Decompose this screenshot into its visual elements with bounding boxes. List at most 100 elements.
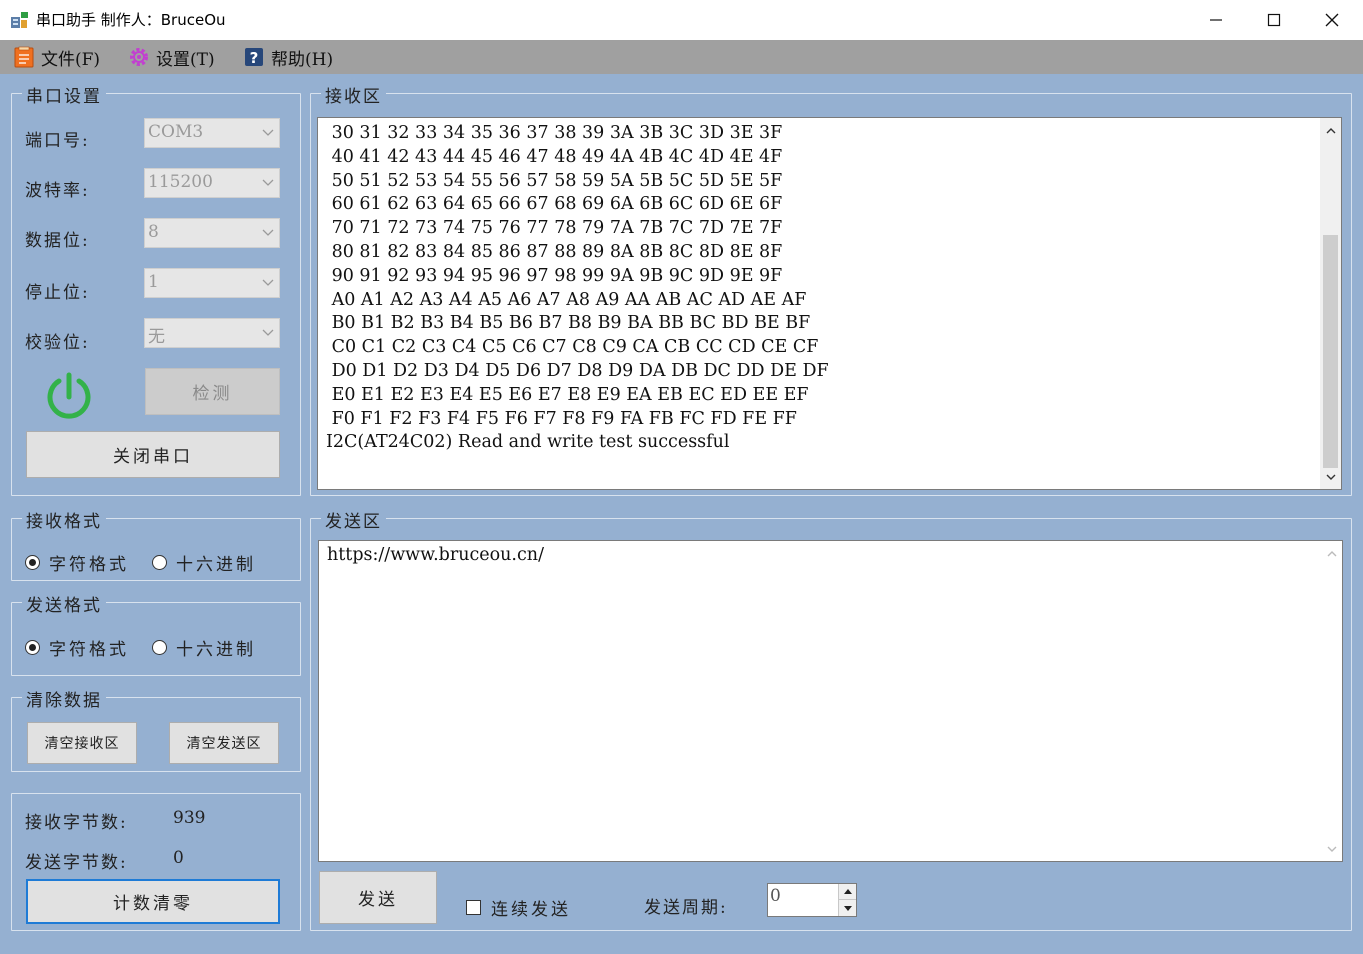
send-char-label: 字符格式 [49, 640, 129, 660]
receive-hex-radio[interactable]: 十六进制 [152, 550, 256, 575]
checkbox-unchecked-icon [466, 900, 481, 915]
receive-line: A0 A1 A2 A3 A4 A5 A6 A7 A8 A9 AA AB AC A… [326, 289, 807, 310]
detect-button[interactable]: 检测 [145, 368, 280, 415]
svg-text:?: ? [250, 49, 259, 67]
minimize-button[interactable] [1187, 0, 1245, 40]
send-period-value: 0 [770, 886, 781, 906]
send-format-legend: 发送格式 [22, 591, 106, 616]
continuous-send-checkbox[interactable]: 连续发送 [466, 895, 571, 920]
minimize-icon [1210, 19, 1222, 21]
chevron-down-icon [257, 319, 279, 347]
bottom-border [0, 950, 1363, 954]
receive-line: I2C(AT24C02) Read and write test success… [326, 432, 730, 453]
scroll-up-icon[interactable] [1321, 543, 1342, 563]
send-button[interactable]: 发送 [319, 871, 437, 924]
gear-icon [130, 48, 148, 66]
maximize-button[interactable] [1245, 0, 1303, 40]
parity-value: 无 [148, 327, 165, 347]
parity-select[interactable]: 无 [144, 318, 280, 348]
menu-file-label: 文件(F) [41, 49, 101, 70]
parity-label: 校验位: [25, 333, 90, 353]
receive-line: D0 D1 D2 D3 D4 D5 D6 D7 D8 D9 DA DB DC D… [326, 360, 829, 381]
receive-area-legend: 接收区 [321, 82, 386, 107]
app-icon [11, 12, 28, 28]
menu-help[interactable]: ? 帮助(H) [243, 44, 333, 70]
stopbits-value: 1 [148, 272, 159, 292]
receive-hex-label: 十六进制 [176, 555, 256, 575]
radio-unchecked-icon [152, 640, 167, 655]
continuous-send-label: 连续发送 [491, 900, 571, 920]
title-bar: 串口助手 制作人：BruceOu [0, 0, 1363, 40]
send-textbox[interactable]: https://www.bruceou.cn/ [318, 540, 1343, 862]
menu-settings[interactable]: 设置(T) [128, 44, 215, 70]
receive-line: C0 C1 C2 C3 C4 C5 C6 C7 C8 C9 CA CB CC C… [326, 337, 819, 358]
main-area: 串口设置 端口号: COM3 波特率: 115200 数据位: 8 停止位: 1… [0, 74, 1363, 954]
recv-bytes-value: 939 [173, 808, 206, 828]
receive-line: F0 F1 F2 F3 F4 F5 F6 F7 F8 F9 FA FB FC F… [326, 408, 797, 429]
stopbits-label: 停止位: [25, 283, 90, 303]
scroll-thumb[interactable] [1323, 235, 1338, 468]
scroll-down-icon[interactable] [1321, 839, 1342, 859]
receive-line: 30 31 32 33 34 35 36 37 38 39 3A 3B 3C 3… [326, 123, 783, 143]
close-icon [1325, 13, 1339, 27]
spin-down-icon[interactable] [839, 900, 856, 916]
close-window-button[interactable] [1303, 0, 1361, 40]
receive-char-label: 字符格式 [49, 555, 129, 575]
spin-up-icon[interactable] [839, 884, 856, 900]
menu-bar: 文件(F) 设置(T) ? 帮助(H) [0, 40, 1363, 74]
send-text: https://www.bruceou.cn/ [327, 545, 544, 565]
send-area-legend: 发送区 [321, 507, 386, 532]
clear-send-button[interactable]: 清空发送区 [169, 722, 279, 764]
send-scrollbar[interactable] [1321, 541, 1342, 861]
send-period-label: 发送周期: [644, 898, 728, 918]
port-value: COM3 [148, 122, 204, 142]
chevron-down-icon [257, 119, 279, 147]
menu-file[interactable]: 文件(F) [13, 44, 100, 70]
receive-textbox[interactable]: 30 31 32 33 34 35 36 37 38 39 3A 3B 3C 3… [317, 117, 1342, 490]
receive-line: B0 B1 B2 B3 B4 B5 B6 B7 B8 B9 BA BB BC B… [326, 313, 811, 334]
maximize-icon [1267, 13, 1281, 27]
receive-line: 50 51 52 53 54 55 56 57 58 59 5A 5B 5C 5… [326, 170, 783, 191]
receive-char-radio[interactable]: 字符格式 [25, 550, 129, 575]
receive-line: 80 81 82 83 84 85 86 87 88 89 8A 8B 8C 8… [326, 241, 783, 262]
power-icon [47, 372, 91, 419]
receive-line: E0 E1 E2 E3 E4 E5 E6 E7 E8 E9 EA EB EC E… [326, 384, 809, 405]
help-icon: ? [245, 48, 263, 67]
databits-label: 数据位: [25, 231, 90, 251]
scroll-up-icon[interactable] [1320, 120, 1341, 140]
radio-checked-icon [25, 555, 40, 570]
port-select[interactable]: COM3 [144, 118, 280, 148]
scroll-down-icon[interactable] [1320, 467, 1341, 487]
receive-line: 40 41 42 43 44 45 46 47 48 49 4A 4B 4C 4… [326, 146, 783, 167]
clear-data-legend: 清除数据 [22, 686, 106, 711]
serial-settings-legend: 串口设置 [22, 82, 106, 107]
reset-count-button[interactable]: 计数清零 [26, 879, 280, 924]
send-char-radio[interactable]: 字符格式 [25, 635, 129, 660]
chevron-down-icon [257, 219, 279, 247]
chevron-down-icon [257, 269, 279, 297]
send-hex-radio[interactable]: 十六进制 [152, 635, 256, 660]
send-period-spinner[interactable]: 0 [767, 883, 857, 917]
send-bytes-label: 发送字节数: [25, 853, 128, 873]
baud-select[interactable]: 115200 [144, 168, 280, 198]
window-title: 串口助手 制作人：BruceOu [36, 11, 226, 29]
clear-receive-button[interactable]: 清空接收区 [27, 722, 137, 764]
close-port-button[interactable]: 关闭串口 [26, 431, 280, 478]
receive-line: 60 61 62 63 64 65 66 67 68 69 6A 6B 6C 6… [326, 194, 783, 215]
recv-bytes-label: 接收字节数: [25, 813, 128, 833]
baud-value: 115200 [148, 172, 213, 192]
port-label: 端口号: [25, 131, 90, 151]
stopbits-select[interactable]: 1 [144, 268, 280, 298]
baud-label: 波特率: [25, 181, 90, 201]
databits-select[interactable]: 8 [144, 218, 280, 248]
radio-unchecked-icon [152, 555, 167, 570]
receive-content: 30 31 32 33 34 35 36 37 38 39 3A 3B 3C 3… [326, 122, 829, 455]
receive-line: 90 91 92 93 94 95 96 97 98 99 9A 9B 9C 9… [326, 265, 783, 286]
document-icon [14, 46, 34, 68]
spinner-buttons [838, 884, 856, 916]
menu-settings-label: 设置(T) [156, 49, 215, 70]
radio-checked-icon [25, 640, 40, 655]
receive-line: 70 71 72 73 74 75 76 77 78 79 7A 7B 7C 7… [326, 218, 783, 239]
receive-scrollbar[interactable] [1320, 118, 1341, 489]
receive-format-legend: 接收格式 [22, 507, 106, 532]
